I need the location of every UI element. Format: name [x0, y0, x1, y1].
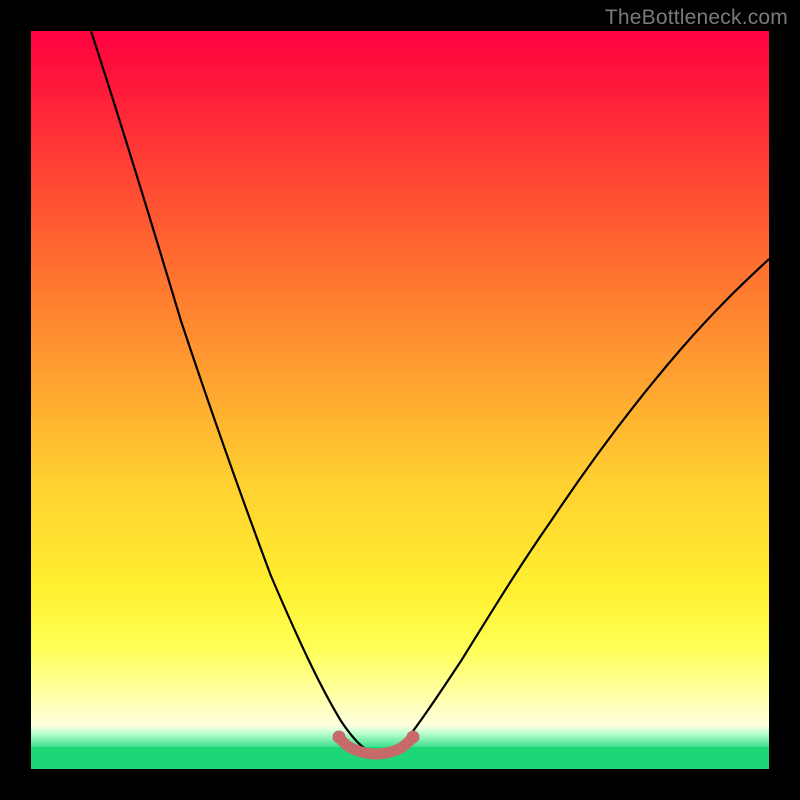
chart-stage: TheBottleneck.com [0, 0, 800, 800]
watermark-text: TheBottleneck.com [605, 6, 788, 30]
green-band [31, 747, 769, 769]
plot-area [31, 31, 769, 769]
background-gradient [31, 31, 769, 747]
